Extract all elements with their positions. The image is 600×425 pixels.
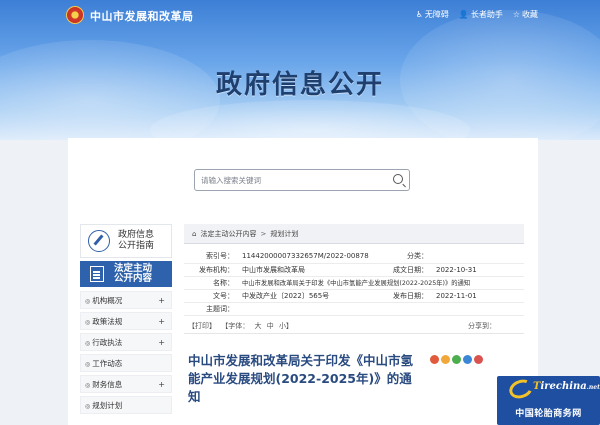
expand-icon[interactable]: +	[158, 296, 165, 305]
table-row: 名称： 中山市发展和改革局关于印发《中山市氢能产业发展规划(2022-2025年…	[184, 276, 524, 290]
share-icons	[430, 354, 483, 406]
index-value: 11442000007332657M/2022-00878	[238, 250, 388, 264]
font-size-label: 【字体：	[221, 322, 250, 330]
publish-date-label: 发布日期：	[388, 289, 432, 303]
accessibility-icon: ♿	[415, 10, 423, 19]
category-value	[432, 250, 524, 264]
accessibility-label: 无障碍	[424, 10, 449, 19]
sidebar-item-label: 行政执法	[85, 337, 122, 348]
sidebar-item-enforcement[interactable]: 行政执法 +	[80, 333, 172, 351]
elder-mode-label: 长者助手	[470, 10, 503, 19]
sidebar-item-label: 法定主动 公开内容	[114, 263, 153, 284]
share-label: 分享到：	[468, 322, 496, 330]
sidebar-item-finance[interactable]: 财务信息 +	[80, 375, 172, 393]
share-qzone-icon[interactable]	[441, 354, 450, 364]
site-name[interactable]: 中山市发展和改革局	[90, 8, 194, 24]
expand-icon[interactable]: +	[158, 380, 165, 389]
elder-mode-link[interactable]: 👤 长者助手	[459, 9, 503, 20]
created-date-label: 成文日期：	[388, 263, 432, 277]
sidebar-item-policies[interactable]: 政策法规 +	[80, 312, 172, 330]
share-more-icon[interactable]	[474, 354, 483, 364]
document-icon	[90, 266, 104, 282]
sidebar-item-work-news[interactable]: 工作动态	[80, 354, 172, 372]
national-emblem-icon	[66, 6, 84, 24]
accessibility-link[interactable]: ♿ 无障碍	[416, 9, 449, 20]
search-icon[interactable]	[393, 174, 403, 184]
favorite-label: 收藏	[522, 10, 538, 19]
top-links: ♿ 无障碍 👤 长者助手 ☆ 收藏	[416, 9, 538, 20]
breadcrumb-item[interactable]: 规划计划	[270, 229, 298, 239]
sidebar-item-label: 规划计划	[85, 400, 122, 411]
share-qq-icon[interactable]	[463, 354, 472, 364]
doc-number-label: 文号：	[184, 289, 238, 303]
sidebar-menu: 机构概况 + 政策法规 + 行政执法 + 工作动态 财务信息 + 规划计划	[80, 291, 172, 414]
share-weibo-icon[interactable]	[430, 354, 439, 364]
main-content: ⌂ 法定主动公开内容 > 规划计划 索引号： 11442000007332657…	[184, 224, 524, 406]
publish-date-value: 2022-11-01	[432, 289, 524, 303]
document-title-block: 中山市发展和改革局关于印发《中山市氢能产业发展规划(2022-2025年)》的通…	[184, 352, 524, 406]
favorite-link[interactable]: ☆ 收藏	[513, 9, 538, 20]
print-button[interactable]: 【打印】	[188, 322, 216, 330]
sidebar-item-label: 机构概况	[85, 295, 122, 306]
print-font-controls: 【打印】 【字体： 大 中 小】	[188, 321, 296, 331]
watermark-subtitle: 中国轮胎商务网	[515, 409, 582, 419]
table-row: 索引号： 11442000007332657M/2022-00878 分类：	[184, 250, 524, 264]
banner-title: 政府信息公开	[215, 70, 384, 100]
sidebar: 政府信息 公开指南 法定主动 公开内容 机构概况 + 政策法规 + 行政执法 + 工作…	[80, 224, 172, 417]
star-icon: ☆	[512, 10, 520, 19]
share-wechat-icon[interactable]	[452, 354, 461, 364]
topic-label: 主题词：	[184, 302, 238, 316]
sidebar-item-label: 工作动态	[85, 358, 122, 369]
publisher-label: 发布机构：	[184, 263, 238, 277]
sidebar-item-label: 政府信息 公开指南	[118, 230, 155, 251]
sidebar-item-planning[interactable]: 规划计划	[80, 396, 172, 414]
expand-icon[interactable]: +	[158, 317, 165, 326]
sidebar-item-statutory-disclosure[interactable]: 法定主动 公开内容	[80, 261, 172, 287]
watermark-brand: Tirechina.net	[533, 381, 600, 392]
sidebar-item-guide[interactable]: 政府信息 公开指南	[80, 224, 172, 258]
watermark-logo: Tirechina.net 中国轮胎商务网	[497, 376, 600, 425]
name-value: 中山市发展和改革局关于印发《中山市氢能产业发展规划(2022-2025年)》的通…	[238, 276, 524, 290]
breadcrumb-item[interactable]: 法定主动公开内容	[200, 229, 256, 239]
publisher-value: 中山市发展和改革局	[238, 263, 388, 277]
font-medium-button[interactable]: 中	[267, 322, 274, 330]
created-date-value: 2022-10-31	[432, 263, 524, 277]
sidebar-item-label: 财务信息	[85, 379, 122, 390]
font-large-button[interactable]: 大	[254, 322, 261, 330]
elder-mode-icon: 👤	[458, 10, 469, 19]
topic-value	[238, 302, 524, 316]
document-title: 中山市发展和改革局关于印发《中山市氢能产业发展规划(2022-2025年)》的通…	[188, 352, 414, 404]
compass-icon	[88, 230, 110, 252]
tire-logo-icon	[506, 376, 536, 402]
home-icon[interactable]: ⌂	[192, 230, 196, 238]
name-label: 名称：	[184, 276, 238, 290]
content-panel: 政府信息 公开指南 法定主动 公开内容 机构概况 + 政策法规 + 行政执法 + 工作…	[68, 138, 538, 425]
table-row: 发布机构： 中山市发展和改革局 成文日期： 2022-10-31	[184, 263, 524, 277]
table-row: 文号： 中发改产业〔2022〕565号 发布日期： 2022-11-01	[184, 289, 524, 303]
expand-icon[interactable]: +	[158, 338, 165, 347]
search-box	[194, 169, 410, 191]
header-banner: 中山市发展和改革局 ♿ 无障碍 👤 长者助手 ☆ 收藏 政府信息公开	[0, 0, 600, 140]
table-row: 主题词：	[184, 302, 524, 316]
category-label: 分类：	[388, 250, 432, 264]
search-input[interactable]	[201, 173, 381, 188]
sidebar-item-label: 政策法规	[85, 316, 122, 327]
sidebar-item-organization[interactable]: 机构概况 +	[80, 291, 172, 309]
doc-number-value: 中发改产业〔2022〕565号	[238, 289, 388, 303]
document-info-table: 索引号： 11442000007332657M/2022-00878 分类： 发…	[184, 250, 524, 316]
index-label: 索引号：	[184, 250, 238, 264]
breadcrumb-separator: >	[260, 229, 267, 238]
breadcrumb: ⌂ 法定主动公开内容 > 规划计划	[184, 224, 524, 244]
document-actions: 【打印】 【字体： 大 中 小】 分享到：	[184, 320, 524, 334]
font-small-button[interactable]: 小】	[279, 322, 293, 330]
